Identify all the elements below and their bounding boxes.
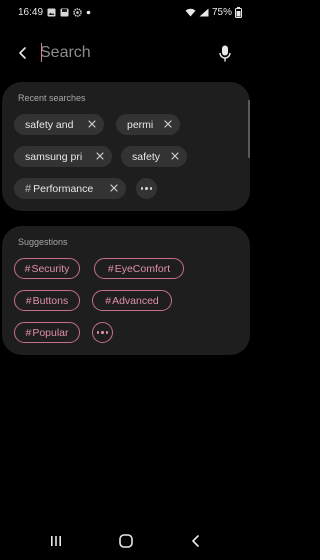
suggestion-label: EyeComfort (114, 262, 171, 275)
battery-icon (235, 6, 242, 18)
home-button[interactable] (111, 530, 141, 552)
status-time: 16:49 (18, 6, 44, 18)
microphone-icon (219, 45, 231, 61)
suggestion-chip-popular[interactable]: # Popular (14, 322, 80, 343)
hashtag-icon: # (25, 294, 32, 307)
recent-search-label: Performance (33, 182, 94, 195)
suggestion-chip-security[interactable]: # Security (14, 258, 80, 279)
save-icon (60, 8, 69, 17)
wifi-icon (185, 8, 196, 17)
back-arrow-icon (19, 47, 26, 59)
hashtag-icon: # (24, 262, 31, 275)
more-recent-button[interactable] (136, 178, 157, 199)
recent-searches-title: Recent searches (18, 93, 86, 103)
battery-percent: 75% (211, 6, 232, 18)
recent-apps-icon (51, 536, 61, 546)
hashtag-icon: # (25, 326, 32, 339)
recent-search-chip[interactable]: permi (116, 114, 180, 135)
suggestion-label: Advanced (112, 294, 159, 307)
recent-search-label: safety (132, 150, 161, 163)
home-icon (119, 534, 133, 548)
settings-icon (73, 7, 82, 17)
recent-searches-card: Recent searches safety and permi samsung… (2, 82, 250, 211)
gallery-icon (47, 8, 56, 17)
search-bar (0, 34, 252, 72)
more-suggestions-button[interactable] (92, 322, 113, 343)
recent-search-chip[interactable]: safety (121, 146, 187, 167)
text-cursor (41, 43, 42, 62)
close-icon[interactable] (167, 148, 183, 164)
suggestions-title: Suggestions (18, 237, 68, 247)
suggestion-chip-eyecomfort[interactable]: # EyeComfort (94, 258, 184, 279)
suggestion-chip-advanced[interactable]: # Advanced (92, 290, 172, 311)
back-button[interactable] (8, 38, 38, 68)
back-nav-button[interactable] (181, 530, 211, 552)
notification-dot-icon (86, 10, 91, 15)
signal-icon (199, 8, 209, 17)
close-icon[interactable] (92, 148, 108, 164)
voice-search-button[interactable] (210, 38, 240, 68)
back-nav-icon (192, 535, 199, 547)
close-icon[interactable] (160, 116, 176, 132)
search-input[interactable] (40, 38, 210, 68)
recent-apps-button[interactable] (41, 530, 71, 552)
close-icon[interactable] (84, 116, 100, 132)
recent-search-chip[interactable]: safety and (14, 114, 104, 135)
suggestion-chip-buttons[interactable]: # Buttons (14, 290, 80, 311)
hashtag-icon: # (105, 294, 112, 307)
hashtag-icon: # (25, 182, 32, 195)
suggestion-label: Popular (32, 326, 69, 339)
scrollbar[interactable] (248, 100, 250, 158)
recent-search-label: permi (127, 118, 154, 131)
recent-search-chip[interactable]: # Performance (14, 178, 126, 199)
suggestion-label: Security (31, 262, 70, 275)
recent-search-label: safety and (25, 118, 74, 131)
status-bar: 16:49 75% (0, 0, 252, 24)
recent-search-label: samsung pri (25, 150, 83, 163)
navigation-bar (0, 520, 252, 560)
close-icon[interactable] (106, 180, 122, 196)
hashtag-icon: # (107, 262, 114, 275)
suggestions-card: Suggestions # Security # EyeComfort # Bu… (2, 226, 250, 355)
recent-search-chip[interactable]: samsung pri (14, 146, 112, 167)
suggestion-label: Buttons (32, 294, 69, 307)
